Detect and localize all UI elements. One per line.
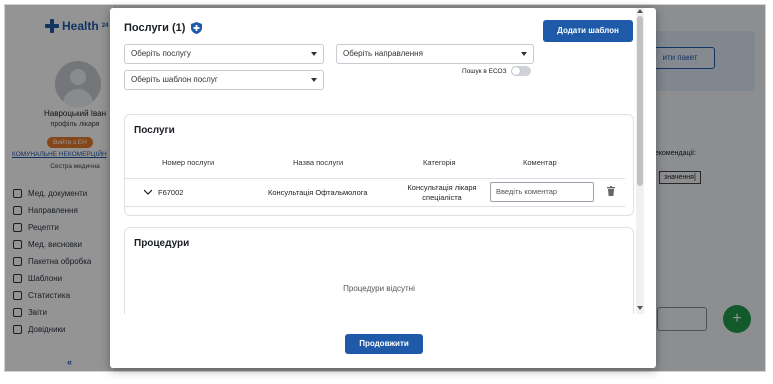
procedures-card: Процедури Процедури відсутні — [124, 227, 634, 314]
scrollbar-thumb[interactable] — [637, 16, 643, 186]
table-divider — [125, 178, 625, 179]
column-header-code: Номер послуги — [162, 158, 215, 167]
chevron-down-icon[interactable] — [144, 188, 152, 196]
modal-title: Послуги (1) — [124, 22, 203, 34]
chevron-down-icon — [311, 78, 317, 82]
ecoz-search-label: Пошук в ЕСОЗ — [462, 67, 507, 75]
modal-scroll-area: Послуги Номер послуги Назва послуги Кате… — [110, 102, 640, 314]
trash-icon[interactable] — [607, 186, 615, 196]
select-direction-dropdown[interactable]: Оберіть направлення — [336, 44, 534, 64]
chevron-down-icon — [311, 52, 317, 56]
scroll-down-icon[interactable] — [637, 306, 643, 310]
service-category-line1: Консультація лікаря — [407, 183, 477, 192]
select-service-placeholder: Оберіть послугу — [131, 49, 191, 58]
shield-plus-icon — [191, 22, 203, 34]
services-modal: Послуги (1) Додати шаблон Оберіть послуг… — [110, 8, 656, 368]
add-template-button[interactable]: Додати шаблон — [543, 20, 633, 42]
services-title: Послуги — [134, 125, 175, 136]
services-card: Послуги Номер послуги Назва послуги Кате… — [124, 114, 634, 216]
procedures-title: Процедури — [134, 238, 190, 249]
ecoz-search-toggle[interactable] — [510, 66, 531, 76]
service-code: F67002 — [158, 188, 184, 197]
column-header-comment: Коментар — [523, 158, 557, 167]
modal-scrollbar[interactable] — [636, 8, 644, 314]
chevron-down-icon — [521, 52, 527, 56]
procedures-empty-text: Процедури відсутні — [343, 284, 415, 293]
table-row-divider — [125, 206, 625, 207]
select-template-dropdown[interactable]: Оберіть шаблон послуг — [124, 70, 324, 90]
continue-button[interactable]: Продовжити — [345, 334, 423, 354]
scroll-up-icon[interactable] — [637, 9, 643, 13]
service-category-line2: спеціаліста — [422, 193, 462, 202]
select-direction-placeholder: Оберіть направлення — [343, 49, 423, 58]
service-name: Консультація Офтальмолога — [268, 188, 368, 197]
comment-input[interactable]: Введіть коментар — [490, 182, 594, 202]
select-template-placeholder: Оберіть шаблон послуг — [131, 75, 218, 84]
modal-title-text: Послуги (1) — [124, 22, 186, 34]
column-header-name: Назва послуги — [293, 158, 344, 167]
select-service-dropdown[interactable]: Оберіть послугу — [124, 44, 324, 64]
column-header-category: Категорія — [423, 158, 456, 167]
ecoz-search-row: Пошук в ЕСОЗ — [462, 66, 531, 76]
